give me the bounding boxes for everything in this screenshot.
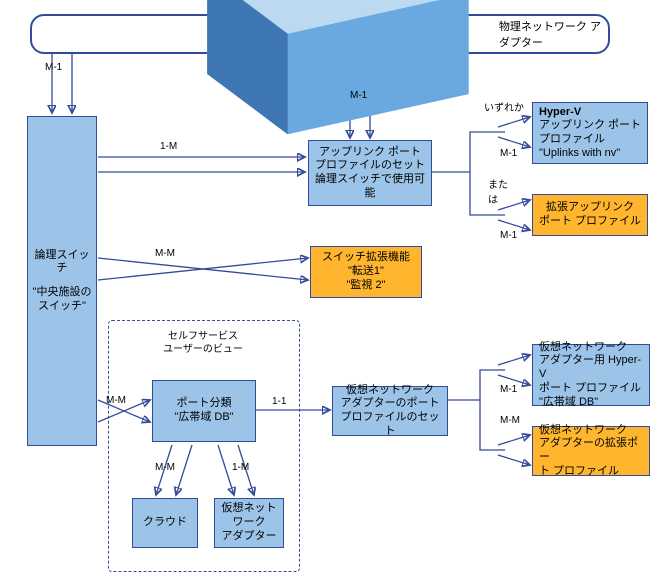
vna-set-l1: 仮想ネットワーク	[346, 384, 434, 398]
virtual-network-adapter-box: 仮想ネット ワーク アダプター	[214, 498, 284, 548]
hv-uplink-l4: "Uplinks with nv"	[539, 147, 620, 161]
port-classification-box: ポート分類 "広帯域 DB"	[152, 380, 256, 442]
ext-vport-l1: 仮想ネットワーク	[539, 424, 627, 438]
lbl-m1-hv: M-1	[500, 148, 517, 159]
physical-network-adapter-bar: 物理ネットワーク アダプター	[30, 14, 610, 54]
self-service-label: セルフサービス ユーザーのビュー	[158, 330, 248, 356]
hv-vport-l1: 仮想ネットワーク	[539, 341, 627, 355]
diagram-canvas: 物理ネットワーク アダプター 論理スイッチ "中央施設のスイッチ" アップリンク…	[0, 0, 661, 582]
nic-icon	[177, 0, 499, 155]
vna-set-l2: アダプターのポート	[341, 397, 440, 411]
lbl-1m: 1-M	[160, 141, 177, 152]
extended-uplink-profile-box: 拡張アップリンク ポート プロファイル	[532, 194, 648, 236]
hv-uplink-l1: Hyper-V	[539, 106, 581, 120]
uplink-set-l1: アップリンク ポート	[319, 146, 421, 160]
lbl-m1-center: M-1	[350, 90, 367, 101]
lbl-1-1: 1-1	[272, 396, 286, 407]
vna-l3: アダプター	[222, 530, 277, 544]
vna-port-profile-set-box: 仮想ネットワーク アダプターのポート プロファイルのセット	[332, 386, 448, 436]
logical-switch-box: 論理スイッチ "中央施設のスイッチ"	[27, 116, 97, 446]
switch-ext-l3: "監視 2"	[347, 279, 386, 293]
self-service-l2: ユーザーのビュー	[163, 344, 243, 355]
uplink-set-l3: 論理スイッチで使用可	[315, 173, 425, 187]
hv-uplink-l3: プロファイル	[539, 133, 605, 147]
port-class-l2: "広帯域 DB"	[174, 411, 233, 425]
hv-uplink-l2: アップリンク ポート	[539, 119, 641, 133]
cloud-box: クラウド	[132, 498, 198, 548]
switch-ext-l1: スイッチ拡張機能	[322, 251, 410, 265]
uplink-port-profile-set-box: アップリンク ポート プロファイルのセット 論理スイッチで使用可 能	[308, 140, 432, 206]
cloud-text: クラウド	[143, 516, 187, 530]
ext-vport-l3: ト プロファイル	[539, 465, 619, 479]
hyperv-virtual-port-profile-box: 仮想ネットワーク アダプター用 Hyper-V ポート プロファイル "広帯域 …	[532, 344, 650, 406]
lbl-m1-left: M-1	[45, 62, 62, 73]
lbl-or: または	[488, 176, 514, 206]
switch-extensions-box: スイッチ拡張機能 "転送1" "監視 2"	[310, 246, 422, 298]
lbl-mm-ext: M-M	[155, 248, 175, 259]
hv-vport-l2: アダプター用 Hyper-V	[539, 354, 645, 382]
lbl-mm-cloud: M-M	[155, 462, 175, 473]
physical-adapter-title: 物理ネットワーク アダプター	[499, 18, 608, 50]
lbl-m1-ext: M-1	[500, 230, 517, 241]
lbl-mm-extv: M-M	[500, 415, 520, 426]
uplink-set-l4: 能	[365, 187, 376, 201]
ext-vport-l2: アダプターの拡張ポー	[539, 437, 645, 465]
ext-uplink-text: 拡張アップリンク ポート プロファイル	[539, 201, 641, 229]
switch-ext-l2: "転送1"	[348, 265, 384, 279]
vna-l1: 仮想ネット	[222, 502, 277, 516]
extended-virtual-port-profile-box: 仮想ネットワーク アダプターの拡張ポー ト プロファイル	[532, 426, 650, 476]
lbl-m1-hvv: M-1	[500, 384, 517, 395]
uplink-set-l2: プロファイルのセット	[315, 159, 425, 173]
hv-vport-l4: "広帯域 DB"	[539, 396, 598, 410]
lbl-1m-vna: 1-M	[232, 462, 249, 473]
hyperv-uplink-profile-box: Hyper-V アップリンク ポート プロファイル "Uplinks with …	[532, 102, 648, 164]
logical-switch-line2: "中央施設のスイッチ"	[32, 286, 92, 314]
logical-switch-line1: 論理スイッチ	[32, 249, 92, 277]
port-class-l1: ポート分類	[177, 397, 232, 411]
lbl-mm-port: M-M	[106, 395, 126, 406]
vna-set-l3: プロファイルのセット	[337, 411, 443, 439]
lbl-either: いずれか	[484, 99, 524, 114]
hv-vport-l3: ポート プロファイル	[539, 382, 641, 396]
self-service-l1: セルフサービス	[168, 331, 238, 342]
vna-l2: ワーク	[233, 516, 266, 530]
